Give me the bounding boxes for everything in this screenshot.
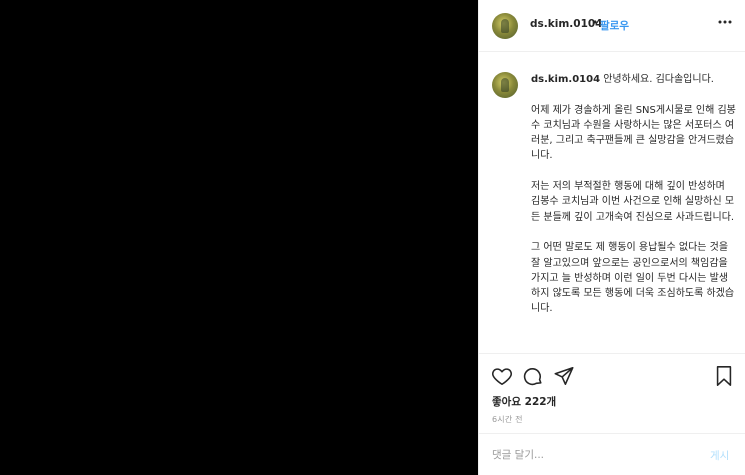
add-comment-section: 게시	[479, 433, 745, 475]
action-bar	[479, 362, 745, 390]
post-side-panel: ds.kim.0104 • 팔로우 ds.kim.0104 안녕하세요. 김다솔…	[478, 0, 745, 475]
caption-text: 안녕하세요. 김다솔입니다. 어제 제가 경솔하게 올린 SNS게시물로 인해 …	[531, 74, 736, 315]
paper-plane-icon[interactable]	[553, 365, 575, 391]
post-comment-button[interactable]: 게시	[710, 448, 729, 463]
follow-button[interactable]: 팔로우	[600, 18, 629, 33]
post-media-area	[0, 0, 478, 475]
more-options-svg	[718, 20, 732, 24]
likes-count[interactable]: 좋아요 222개	[492, 394, 556, 409]
more-options-icon[interactable]	[717, 14, 733, 34]
profile-avatar[interactable]	[492, 13, 518, 39]
post-timestamp[interactable]: 6시간 전	[492, 414, 523, 425]
comment-bubble-icon[interactable]	[522, 365, 544, 391]
heart-icon[interactable]	[491, 365, 513, 391]
comments-area[interactable]: ds.kim.0104 안녕하세요. 김다솔입니다. 어제 제가 경솔하게 올린…	[479, 52, 745, 354]
post-header: ds.kim.0104 • 팔로우	[479, 0, 745, 52]
comment-input[interactable]	[492, 447, 692, 463]
bookmark-icon[interactable]	[714, 365, 734, 391]
post-caption: ds.kim.0104 안녕하세요. 김다솔입니다. 어제 제가 경솔하게 올린…	[531, 72, 737, 317]
caption-avatar[interactable]	[492, 72, 518, 98]
caption-username[interactable]: ds.kim.0104	[531, 74, 600, 85]
header-separator: •	[592, 17, 599, 29]
